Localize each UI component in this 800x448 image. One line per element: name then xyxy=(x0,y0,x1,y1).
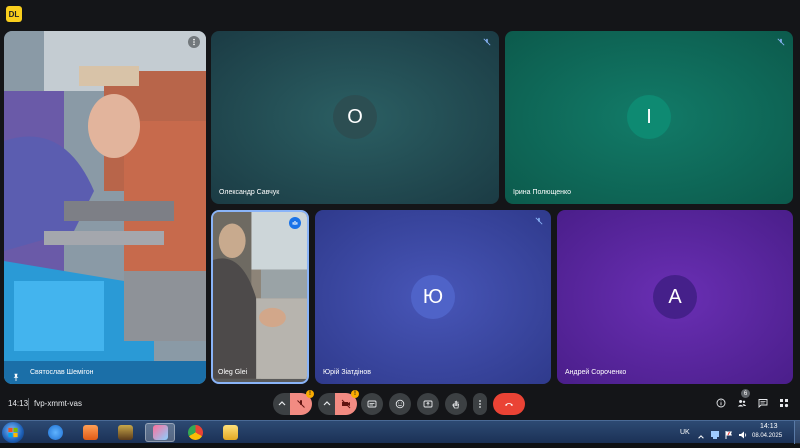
chevron-up-icon xyxy=(323,401,331,406)
participant-name: Святослав Шемігон xyxy=(30,369,94,376)
people-count-badge: 6 xyxy=(741,389,750,398)
taskbar-chrome[interactable] xyxy=(180,423,210,442)
clock-time[interactable]: 14:13 xyxy=(760,423,778,430)
participant-tile-iryna[interactable]: І Ірина Полющенко xyxy=(505,31,793,204)
participant-video xyxy=(213,212,307,379)
taskbar-ie[interactable] xyxy=(40,423,70,442)
participant-tile-sviatoslav[interactable]: Святослав Шемігон xyxy=(4,31,206,384)
tray-expand-icon[interactable] xyxy=(697,428,705,446)
participant-tile-oleg[interactable]: Oleg Glei xyxy=(211,210,309,384)
emoji-icon xyxy=(395,399,405,409)
camera-off-icon xyxy=(341,399,351,409)
taskbar-explorer[interactable] xyxy=(215,423,245,442)
meeting-controls: 14:13 fvp-xmmt-vas ! ! 6 xyxy=(0,389,800,420)
participant-avatar: Ю xyxy=(411,275,455,319)
people-icon xyxy=(737,400,747,407)
participant-avatar: О xyxy=(333,95,377,139)
taskbar-paint[interactable] xyxy=(145,423,175,442)
mic-off-icon xyxy=(775,36,787,48)
avatar-initial: Ю xyxy=(422,285,444,308)
avatar-initial: І xyxy=(646,105,652,128)
participant-video xyxy=(4,31,206,384)
leave-call-button[interactable] xyxy=(493,393,525,415)
chat-button[interactable] xyxy=(756,396,770,410)
paint-icon xyxy=(152,425,168,440)
network-icon[interactable] xyxy=(710,427,720,445)
captions-icon xyxy=(367,400,377,408)
participant-name: Олександр Савчук xyxy=(219,189,280,196)
start-button[interactable] xyxy=(2,422,24,443)
taskbar-media-player[interactable] xyxy=(75,423,105,442)
raise-hand-button[interactable] xyxy=(445,393,467,415)
activities-button[interactable] xyxy=(777,396,791,410)
game-icon xyxy=(117,425,133,440)
app-badge: DL xyxy=(6,6,22,22)
divider xyxy=(28,398,29,410)
flag-icon[interactable] xyxy=(724,427,734,445)
participant-name: Юрій Зіатдінов xyxy=(323,369,371,376)
mic-off-icon xyxy=(533,215,545,227)
taskbar-game[interactable] xyxy=(110,423,140,442)
avatar-initial: О xyxy=(347,105,363,128)
end-call-icon xyxy=(505,403,513,406)
more-vert-icon xyxy=(479,400,481,408)
camera-toggle-button[interactable]: ! xyxy=(335,390,359,415)
present-button[interactable] xyxy=(417,393,439,415)
mic-off-icon xyxy=(297,400,305,408)
more-options-icon[interactable] xyxy=(188,36,200,48)
windows-logo-icon xyxy=(8,427,18,438)
meeting-time: 14:13 xyxy=(8,399,29,408)
meeting-stage: DL Святослав Шемігон О Олександр Савчук … xyxy=(0,0,800,420)
people-button[interactable]: 6 xyxy=(735,389,750,410)
hand-icon xyxy=(452,400,459,409)
audio-options-button[interactable] xyxy=(273,393,291,415)
warning-badge: ! xyxy=(351,390,359,398)
present-screen-icon xyxy=(423,400,433,408)
participant-name: Oleg Glei xyxy=(218,369,248,376)
chevron-up-icon xyxy=(278,401,286,406)
chat-icon xyxy=(758,399,768,408)
avatar-initial: А xyxy=(668,285,682,308)
mic-toggle-button[interactable]: ! xyxy=(290,390,314,415)
reactions-button[interactable] xyxy=(389,393,411,415)
video-options-button[interactable] xyxy=(318,393,336,415)
captions-button[interactable] xyxy=(361,393,383,415)
chrome-icon xyxy=(187,425,203,440)
participant-tile-oleksandr[interactable]: О Олександр Савчук xyxy=(211,31,499,204)
activities-icon xyxy=(780,399,789,408)
participant-avatar: А xyxy=(653,275,697,319)
pin-icon[interactable] xyxy=(12,368,20,381)
info-icon xyxy=(716,398,726,408)
taskbar: UK 14:13 08.04.2025 xyxy=(0,420,800,446)
participant-name: Андрей Сороченко xyxy=(565,369,627,376)
media-player-icon xyxy=(82,425,98,440)
more-options-button[interactable] xyxy=(473,393,487,415)
folder-icon xyxy=(222,425,238,440)
meeting-details-button[interactable] xyxy=(714,396,728,410)
volume-icon[interactable] xyxy=(738,427,748,445)
show-desktop-button[interactable] xyxy=(794,421,800,444)
participant-tile-andrei[interactable]: А Андрей Сороченко xyxy=(557,210,793,384)
speaking-indicator-icon xyxy=(289,217,301,229)
warning-badge: ! xyxy=(306,390,314,398)
internet-explorer-icon xyxy=(47,425,63,440)
participant-tile-yurii[interactable]: Ю Юрій Зіатдінов xyxy=(315,210,551,384)
participant-avatar: І xyxy=(627,95,671,139)
participant-name: Ірина Полющенко xyxy=(513,189,572,196)
clock-date[interactable]: 08.04.2025 xyxy=(752,433,782,439)
language-indicator[interactable]: UK xyxy=(680,429,690,436)
meeting-code: fvp-xmmt-vas xyxy=(34,399,82,408)
mic-off-icon xyxy=(481,36,493,48)
